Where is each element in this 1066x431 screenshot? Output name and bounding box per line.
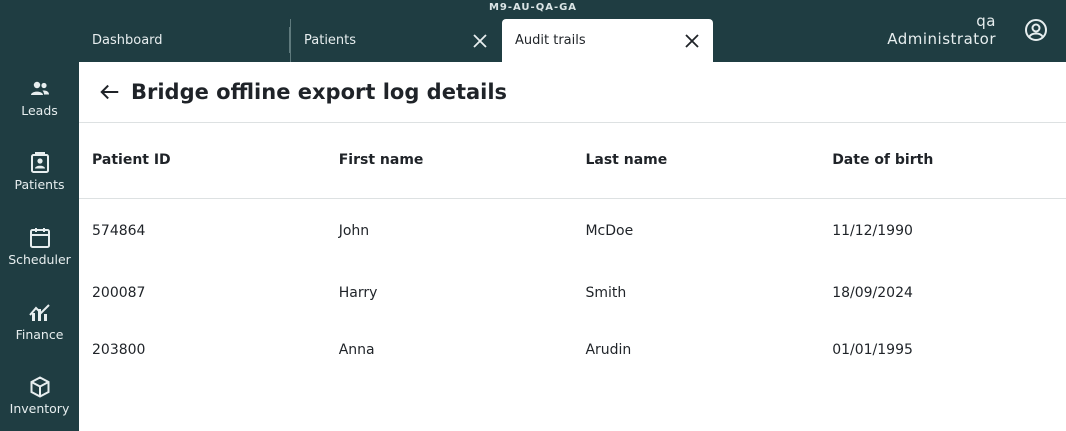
user-info: qa Administrator: [887, 12, 996, 48]
table-cell: Smith: [585, 284, 627, 301]
back-arrow-icon[interactable]: [99, 81, 121, 103]
sidebar-item-label: Inventory: [9, 401, 70, 416]
tab-audit-trails[interactable]: Audit trails: [502, 19, 713, 62]
column-header: Patient ID: [79, 123, 326, 199]
sidebar-item-inventory[interactable]: Inventory: [0, 375, 79, 431]
table-row: 200087 Harry Smith 18/09/2024: [79, 264, 1066, 321]
table-cell: Anna: [338, 341, 375, 358]
table-cell: 01/01/1995: [832, 341, 913, 358]
table-cell: 200087: [92, 284, 146, 301]
top-bar: M9-AU-QA-GA Dashboard Patients Audit tra…: [0, 0, 1066, 62]
column-header: Last name: [572, 123, 820, 199]
people-icon: [30, 81, 49, 95]
table-cell: 18/09/2024: [832, 284, 913, 301]
tab-label: Audit trails: [515, 33, 586, 48]
user-name: qa: [976, 12, 996, 30]
column-header: Date of birth: [819, 123, 1066, 199]
tab-label: Dashboard: [92, 33, 163, 48]
table-cell: 11/12/1990: [832, 223, 913, 240]
table-row: 203800 Anna Arudin 01/01/1995: [79, 321, 1066, 378]
calendar-icon: [29, 228, 50, 248]
table-row: 574864 John McDoe 11/12/1990: [79, 198, 1066, 264]
table-cell: Arudin: [585, 341, 632, 358]
sidebar-item-label: Leads: [21, 103, 58, 118]
export-log-table: Patient ID First name Last name Date of …: [79, 123, 1066, 378]
main-content: Bridge offline export log details Patien…: [79, 62, 1066, 431]
page-title: Bridge offline export log details: [131, 80, 508, 104]
sidebar-item-leads[interactable]: Leads: [0, 77, 79, 147]
close-icon[interactable]: [684, 33, 700, 49]
sidebar: Leads Patients Scheduler Finance Invento…: [0, 62, 79, 431]
contact-card-icon: [30, 152, 49, 173]
tab-label: Patients: [304, 33, 357, 48]
sidebar-item-scheduler[interactable]: Scheduler: [0, 226, 79, 296]
table-cell: 574864: [92, 223, 146, 240]
column-header: First name: [325, 123, 573, 199]
sidebar-item-finance[interactable]: Finance: [0, 301, 79, 371]
account-icon[interactable]: [1024, 18, 1048, 42]
table-header-row: Patient ID First name Last name Date of …: [79, 123, 1066, 199]
sidebar-item-label: Finance: [15, 327, 64, 342]
table-cell: McDoe: [585, 223, 634, 240]
sidebar-item-label: Patients: [14, 177, 65, 192]
page-header: Bridge offline export log details: [79, 62, 1066, 123]
user-role: Administrator: [887, 30, 996, 48]
close-icon[interactable]: [472, 33, 488, 49]
table-cell: John: [338, 223, 370, 240]
tab-dashboard[interactable]: Dashboard: [79, 19, 289, 62]
table-cell: Harry: [338, 284, 378, 301]
box-icon: [30, 376, 49, 398]
table-cell: 203800: [92, 341, 146, 358]
chart-icon: [28, 304, 50, 321]
tab-patients[interactable]: Patients: [290, 19, 501, 62]
sidebar-item-label: Scheduler: [8, 252, 71, 267]
sidebar-item-patients[interactable]: Patients: [0, 151, 79, 221]
